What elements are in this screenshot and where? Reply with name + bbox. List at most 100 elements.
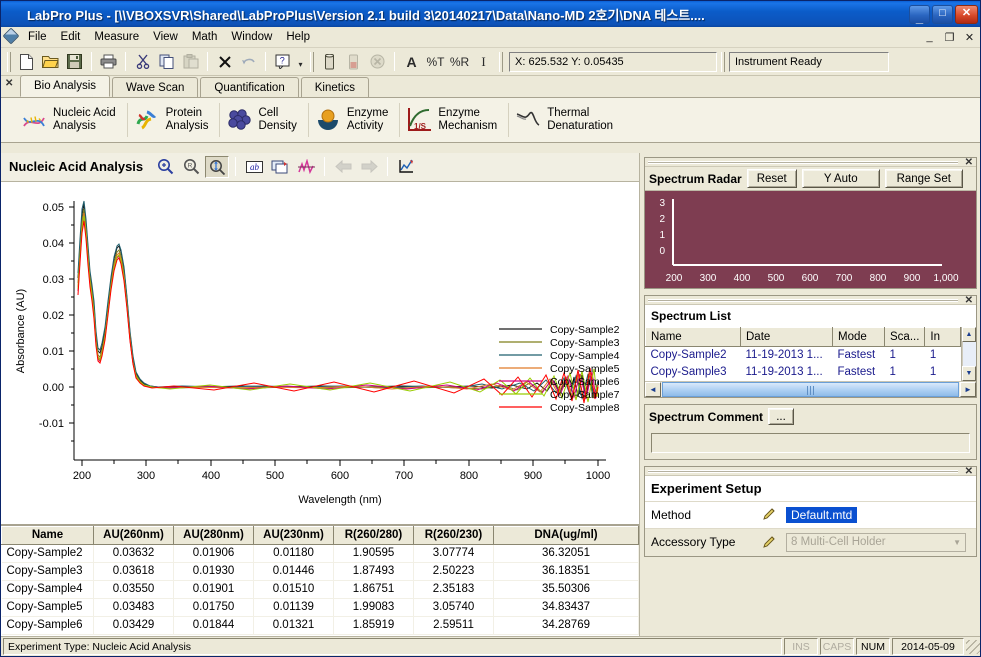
scroll-left-button[interactable]: ◄: [645, 381, 661, 397]
toolbar-grip-2[interactable]: [310, 51, 314, 72]
table-row[interactable]: Copy-Sample6 0.03429 0.01844 0.01321 1.8…: [1, 616, 639, 635]
ribbon-thermal-denaturation[interactable]: Thermal Denaturation: [509, 100, 624, 140]
menu-file[interactable]: File: [21, 29, 54, 45]
peak-pick-icon[interactable]: [294, 156, 318, 178]
energy-icon[interactable]: I: [472, 51, 495, 73]
experiment-close-icon[interactable]: ✕: [965, 466, 973, 477]
spectrum-list-hscrollbar[interactable]: ◄ ►: [645, 380, 976, 397]
pencil-icon[interactable]: [762, 508, 780, 521]
percent-t-icon[interactable]: %T: [424, 51, 447, 73]
scroll-right-button[interactable]: ►: [960, 381, 976, 397]
mdi-close-button[interactable]: ✕: [961, 30, 978, 45]
ribbon-cell-density[interactable]: Cell Density: [220, 100, 307, 140]
zoom-in-icon[interactable]: [153, 156, 177, 178]
resize-grip[interactable]: [966, 639, 980, 654]
menu-edit[interactable]: Edit: [54, 29, 88, 45]
tabstrip-close-icon[interactable]: ✕: [5, 78, 13, 89]
close-button[interactable]: ✕: [955, 4, 978, 24]
label-ab-icon[interactable]: ab: [242, 156, 266, 178]
radar-close-icon[interactable]: ✕: [965, 157, 973, 168]
scroll-up-button[interactable]: ▲: [962, 327, 976, 342]
col-dna[interactable]: DNA(ug/ml): [493, 525, 639, 545]
menu-view[interactable]: View: [146, 29, 185, 45]
mdi-restore-button[interactable]: ❐: [941, 30, 958, 45]
copy-graph-icon[interactable]: [268, 156, 292, 178]
pencil-icon[interactable]: [762, 535, 780, 549]
accessory-type-select[interactable]: 8 Multi-Cell Holder ▼: [786, 532, 966, 552]
nav-back-icon[interactable]: [331, 156, 355, 178]
method-value[interactable]: Default.mtd: [786, 506, 858, 523]
table-row[interactable]: Copy-Sample2 0.03632 0.01906 0.01180 1.9…: [1, 544, 639, 563]
y-auto-button[interactable]: Y Auto: [801, 169, 880, 188]
toolbar-grip-3[interactable]: [499, 51, 503, 72]
help-dropdown-arrow-icon[interactable]: ▾: [295, 51, 306, 73]
new-icon[interactable]: [15, 51, 38, 73]
zoom-out-icon[interactable]: R: [179, 156, 203, 178]
mdi-minimize-button[interactable]: _: [921, 30, 938, 45]
list-dock-grip[interactable]: ✕: [645, 295, 976, 306]
col-list-date[interactable]: Date: [740, 327, 833, 347]
ribbon-enzyme-mechanism[interactable]: 1/S Enzyme Mechanism: [400, 100, 508, 140]
nav-forward-icon[interactable]: [357, 156, 381, 178]
col-r260280[interactable]: R(260/280): [333, 525, 414, 545]
reset-button[interactable]: Reset: [746, 169, 797, 188]
zoom-fit-icon[interactable]: [205, 155, 230, 178]
tab-kinetics[interactable]: Kinetics: [300, 77, 370, 97]
save-icon[interactable]: [63, 51, 86, 73]
percent-r-icon[interactable]: %R: [448, 51, 471, 73]
menu-measure[interactable]: Measure: [87, 29, 146, 45]
table-row[interactable]: Copy-Sample5 0.03483 0.01750 0.01139 1.9…: [1, 598, 639, 617]
ribbon-enzyme-activity[interactable]: Enzyme Activity: [309, 100, 400, 140]
cut-icon[interactable]: [131, 51, 154, 73]
col-list-mode[interactable]: Mode: [832, 327, 885, 347]
radar-dock-grip[interactable]: ✕: [645, 157, 976, 168]
menu-math[interactable]: Math: [185, 29, 225, 45]
cuvette-icon[interactable]: [318, 51, 341, 73]
ribbon-protein-analysis[interactable]: Protein Analysis: [128, 100, 220, 140]
col-au230[interactable]: AU(230nm): [253, 525, 334, 545]
copy-icon[interactable]: [155, 51, 178, 73]
col-list-scan[interactable]: Sca...: [883, 327, 926, 347]
tab-quantification[interactable]: Quantification: [200, 77, 299, 97]
menu-help[interactable]: Help: [279, 29, 317, 45]
paste-icon[interactable]: [179, 51, 202, 73]
abs-mode-icon[interactable]: A: [400, 51, 423, 73]
print-icon[interactable]: [97, 51, 120, 73]
list-item[interactable]: Copy-Sample3 11-19-2013 1... Fastest 1 1: [646, 364, 961, 381]
col-list-interval[interactable]: In: [924, 327, 961, 347]
delete-x-icon[interactable]: [213, 51, 236, 73]
spectrum-list-close-icon[interactable]: ✕: [965, 295, 973, 306]
col-r260230[interactable]: R(260/230): [413, 525, 494, 545]
undo-icon[interactable]: [237, 51, 260, 73]
toolbar-grip-4[interactable]: [721, 51, 725, 72]
tab-wave-scan[interactable]: Wave Scan: [112, 77, 199, 97]
col-list-name[interactable]: Name: [645, 327, 741, 347]
help-icon[interactable]: ?: [271, 51, 294, 73]
col-au260[interactable]: AU(260nm): [93, 525, 174, 545]
hscroll-thumb[interactable]: [662, 381, 959, 397]
ribbon-nucleic-acid-analysis[interactable]: Nucleic Acid Analysis: [15, 100, 127, 140]
scroll-down-button[interactable]: ▼: [962, 365, 976, 381]
range-set-button[interactable]: Range Set: [884, 169, 963, 188]
graph-properties-icon[interactable]: [394, 156, 418, 178]
col-au280[interactable]: AU(280nm): [173, 525, 254, 545]
maximize-button[interactable]: □: [932, 4, 953, 24]
minimize-button[interactable]: _: [909, 4, 930, 24]
open-icon[interactable]: [39, 51, 62, 73]
menu-window[interactable]: Window: [224, 29, 279, 45]
spectrum-chart[interactable]: 0.05 0.04 0.03 0.02 0.01 0.00 -0.01 200 …: [1, 181, 639, 524]
experiment-dock-grip[interactable]: ✕: [645, 466, 976, 477]
col-name[interactable]: Name: [1, 525, 94, 545]
tab-bio-analysis[interactable]: Bio Analysis: [20, 75, 111, 97]
spectrum-list-vscrollbar[interactable]: ▲ ▼: [961, 327, 976, 381]
comment-browse-button[interactable]: ...: [768, 408, 795, 425]
radar-plot[interactable]: 3 2 1 0 200 300 400 500 600 700 800 900: [645, 191, 976, 288]
toolbar-grip[interactable]: [7, 51, 11, 72]
table-row[interactable]: Copy-Sample4 0.03550 0.01901 0.01510 1.8…: [1, 580, 639, 599]
table-row[interactable]: Copy-Sample3 0.03618 0.01930 0.01446 1.8…: [1, 562, 639, 581]
spectrum-comment-input[interactable]: [651, 432, 970, 453]
results-table[interactable]: Name AU(260nm) AU(280nm) AU(230nm) R(260…: [1, 523, 639, 637]
cuvette-sample-icon[interactable]: [342, 51, 365, 73]
list-item[interactable]: Copy-Sample2 11-19-2013 1... Fastest 1 1: [646, 347, 961, 364]
stop-icon[interactable]: [366, 51, 389, 73]
